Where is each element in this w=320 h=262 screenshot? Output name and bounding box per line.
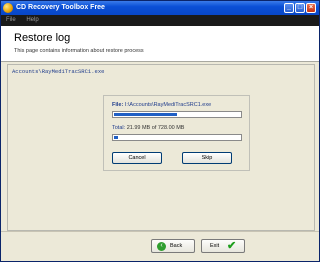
total-row: Total: 21.99 MB of 728.00 MB [112, 125, 184, 131]
page-subtitle: This page contains information about res… [14, 48, 144, 54]
checkmark-icon: ✔ [227, 240, 237, 252]
window-title: CD Recovery Toolbox Free [16, 4, 105, 11]
log-area: Accounts\RayMediTracSRC1.exe File: I:\Ac… [7, 64, 315, 231]
app-window: CD Recovery Toolbox Free _ □ × File Help… [0, 0, 320, 262]
menu-file[interactable]: File [6, 17, 16, 23]
page-header: Restore log This page contains informati… [1, 26, 319, 62]
cancel-button[interactable]: Cancel [112, 152, 162, 164]
minimize-button[interactable]: _ [284, 3, 294, 13]
log-entry: Accounts\RayMediTracSRC1.exe [12, 68, 105, 75]
progress-panel: File: I:\Accounts\RayMediTracSRC1.exe To… [103, 95, 250, 171]
file-path: I:\Accounts\RayMediTracSRC1.exe [124, 102, 212, 108]
back-label: Back [170, 243, 183, 249]
exit-button[interactable]: Exit ✔ [201, 239, 245, 253]
maximize-button[interactable]: □ [295, 3, 305, 13]
total-progress-bar [112, 134, 242, 141]
skip-button[interactable]: Skip [182, 152, 232, 164]
exit-label: Exit [210, 243, 220, 249]
file-row: File: I:\Accounts\RayMediTracSRC1.exe [112, 102, 211, 108]
back-arrow-icon: ‹ [157, 242, 166, 251]
file-progress-fill [114, 113, 177, 116]
file-progress-bar [112, 111, 242, 118]
cd-icon [3, 3, 13, 13]
title-bar[interactable]: CD Recovery Toolbox Free _ □ × [1, 1, 319, 15]
total-progress-fill [114, 136, 118, 139]
back-button[interactable]: ‹ Back [151, 239, 195, 253]
menu-help[interactable]: Help [26, 17, 38, 23]
page-title: Restore log [14, 32, 71, 44]
file-label: File: [112, 102, 124, 108]
footer-divider [1, 231, 319, 232]
total-value: 21.99 MB of 728.00 MB [126, 125, 185, 131]
menu-bar: File Help [1, 15, 319, 26]
close-button[interactable]: × [306, 3, 316, 13]
total-label: Total: [112, 125, 126, 131]
